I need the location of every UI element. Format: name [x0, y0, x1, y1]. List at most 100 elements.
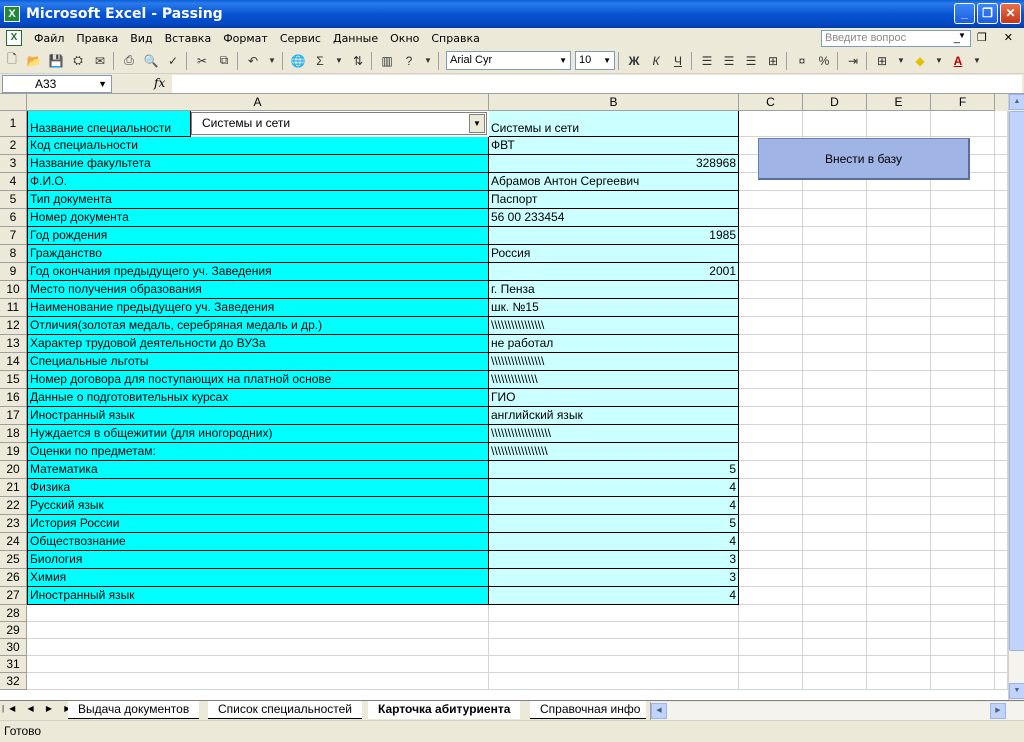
empty-cell[interactable]: [931, 111, 995, 137]
empty-cell[interactable]: [995, 461, 1008, 479]
value-cell[interactable]: \\\\\\\\\\\\\\\\\\: [489, 425, 739, 443]
italic-button[interactable]: К: [646, 51, 666, 71]
label-cell[interactable]: Русский язык: [27, 497, 489, 515]
chevron-down-icon[interactable]: ▼: [932, 51, 946, 71]
empty-cell[interactable]: [803, 587, 867, 605]
empty-cell[interactable]: [867, 622, 931, 639]
empty-cell[interactable]: [867, 605, 931, 622]
empty-cell[interactable]: [867, 371, 931, 389]
column-header-c[interactable]: C: [739, 94, 803, 111]
empty-cell[interactable]: [867, 263, 931, 281]
empty-cell[interactable]: [931, 407, 995, 425]
empty-cell[interactable]: [995, 299, 1008, 317]
empty-cell[interactable]: [867, 551, 931, 569]
empty-cell[interactable]: [803, 533, 867, 551]
value-cell[interactable]: 4: [489, 479, 739, 497]
empty-cell[interactable]: [739, 209, 803, 227]
empty-cell[interactable]: [739, 281, 803, 299]
empty-cell[interactable]: [739, 639, 803, 656]
label-cell[interactable]: Данные о подготовительных курсах: [27, 389, 489, 407]
empty-cell[interactable]: [995, 425, 1008, 443]
label-cell[interactable]: Биология: [27, 551, 489, 569]
label-cell[interactable]: Гражданство: [27, 245, 489, 263]
borders-icon[interactable]: ⊞: [872, 51, 892, 71]
value-cell[interactable]: Системы и сети: [489, 111, 739, 137]
value-cell[interactable]: ФВТ: [489, 137, 739, 155]
value-cell[interactable]: 2001: [489, 263, 739, 281]
value-cell[interactable]: 3: [489, 569, 739, 587]
row-header[interactable]: 3: [0, 155, 27, 173]
label-cell[interactable]: Математика: [27, 461, 489, 479]
label-cell[interactable]: Иностранный язык: [27, 587, 489, 605]
empty-cell[interactable]: [867, 281, 931, 299]
scroll-left-icon[interactable]: ◀: [651, 703, 667, 719]
empty-cell[interactable]: [803, 551, 867, 569]
empty-cell[interactable]: [867, 479, 931, 497]
empty-cell[interactable]: [867, 461, 931, 479]
row-header[interactable]: 28: [0, 605, 27, 622]
empty-cell[interactable]: [803, 515, 867, 533]
label-cell[interactable]: Химия: [27, 569, 489, 587]
align-right-icon[interactable]: ☰: [741, 51, 761, 71]
empty-cell[interactable]: [803, 335, 867, 353]
underline-button[interactable]: Ч: [668, 51, 688, 71]
label-cell[interactable]: Специальные льготы: [27, 353, 489, 371]
menu-edit[interactable]: Правка: [70, 32, 124, 45]
empty-cell[interactable]: [867, 569, 931, 587]
save-icon[interactable]: 💾: [46, 51, 66, 71]
empty-cell[interactable]: [995, 673, 1008, 690]
label-cell[interactable]: Год рождения: [27, 227, 489, 245]
empty-cell[interactable]: [739, 533, 803, 551]
scroll-down-icon[interactable]: ▼: [1009, 683, 1024, 699]
scroll-thumb[interactable]: [1009, 111, 1024, 651]
chevron-down-icon[interactable]: ▼: [265, 51, 279, 71]
empty-cell[interactable]: [931, 461, 995, 479]
empty-cell[interactable]: [995, 245, 1008, 263]
empty-cell[interactable]: [27, 656, 489, 673]
column-header-b[interactable]: B: [489, 94, 739, 111]
minimize-button[interactable]: _: [954, 3, 975, 24]
empty-cell[interactable]: [489, 605, 739, 622]
vertical-scrollbar[interactable]: ▲ ▼: [1008, 94, 1024, 700]
empty-cell[interactable]: [867, 656, 931, 673]
empty-cell[interactable]: [489, 656, 739, 673]
empty-cell[interactable]: [995, 497, 1008, 515]
column-header-a[interactable]: A: [27, 94, 489, 111]
empty-cell[interactable]: [803, 191, 867, 209]
empty-cell[interactable]: [803, 479, 867, 497]
value-cell[interactable]: \\\\\\\\\\\\\\\\\: [489, 443, 739, 461]
empty-cell[interactable]: [995, 155, 1008, 173]
sheet-tab-applicant-card[interactable]: Карточка абитуриента: [368, 701, 521, 719]
align-left-icon[interactable]: ☰: [697, 51, 717, 71]
value-cell[interactable]: 5: [489, 461, 739, 479]
empty-cell[interactable]: [995, 281, 1008, 299]
column-header-f[interactable]: F: [931, 94, 995, 111]
empty-cell[interactable]: [995, 533, 1008, 551]
empty-cell[interactable]: [739, 587, 803, 605]
row-header[interactable]: 30: [0, 639, 27, 656]
row-header[interactable]: 18: [0, 425, 27, 443]
empty-cell[interactable]: [931, 551, 995, 569]
empty-cell[interactable]: [803, 605, 867, 622]
empty-cell[interactable]: [995, 191, 1008, 209]
row-header[interactable]: 12: [0, 317, 27, 335]
chevron-down-icon[interactable]: ▼: [894, 51, 908, 71]
empty-cell[interactable]: [739, 497, 803, 515]
empty-cell[interactable]: [803, 569, 867, 587]
empty-cell[interactable]: [867, 443, 931, 461]
row-header[interactable]: 13: [0, 335, 27, 353]
chart-icon[interactable]: ▥: [377, 51, 397, 71]
row-header[interactable]: 26: [0, 569, 27, 587]
empty-cell[interactable]: [931, 227, 995, 245]
fx-icon[interactable]: fx: [154, 76, 165, 90]
workbook-icon[interactable]: X: [6, 30, 22, 46]
empty-cell[interactable]: [803, 299, 867, 317]
row-header[interactable]: 25: [0, 551, 27, 569]
empty-cell[interactable]: [867, 335, 931, 353]
scroll-right-icon[interactable]: ▶: [990, 703, 1006, 719]
sheet-tab-specialties[interactable]: Список специальностей: [208, 701, 362, 719]
maximize-button[interactable]: ❐: [977, 3, 998, 24]
row-header[interactable]: 8: [0, 245, 27, 263]
label-cell[interactable]: Физика: [27, 479, 489, 497]
empty-cell[interactable]: [739, 673, 803, 690]
